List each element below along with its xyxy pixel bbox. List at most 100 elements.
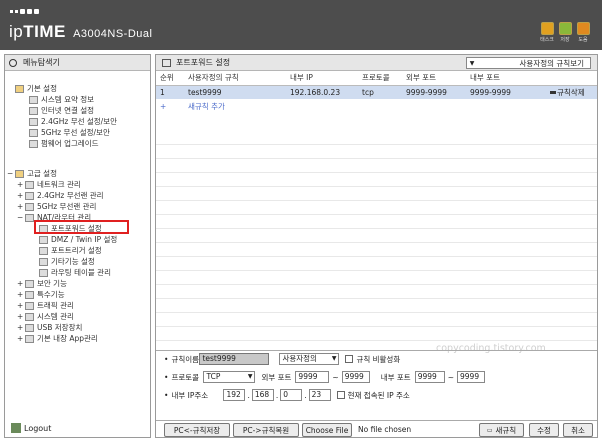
port-forward-panel: 포트포워드 설정 ▼ 사용자정의 규칙보기 순위 사용자정의 규칙 내부 IP …: [155, 54, 598, 438]
chevron-down-icon: ▼: [469, 59, 475, 67]
new-rule-button[interactable]: ▭ 새규칙: [479, 423, 524, 437]
col-protocol: 프로토콜: [358, 71, 402, 86]
page-icon: [39, 246, 48, 255]
add-rule-link[interactable]: 새규칙 추가: [184, 99, 597, 113]
current-ip-checkbox[interactable]: [336, 391, 345, 399]
nav-item-network[interactable]: + 네트워크 관리: [17, 179, 81, 190]
save-icon[interactable]: 저장: [555, 22, 575, 43]
rule-name-row: • 규칙이름 test9999 사용자정의 ▼ 규칙 비활성화: [164, 353, 401, 365]
nav-item-special[interactable]: + 특수기능: [17, 289, 65, 300]
nav-item-misc[interactable]: 기타기능 설정: [39, 256, 95, 267]
modify-button[interactable]: 수정: [529, 423, 559, 437]
cell-protocol: tcp: [362, 87, 374, 97]
disable-rule-label: 규칙 비활성화: [356, 354, 401, 364]
pc-save-rules-button[interactable]: PC<-규칙저장: [164, 423, 230, 437]
nav-item-system-summary[interactable]: 시스템 요약 정보: [29, 94, 94, 105]
add-rule-row[interactable]: + 새규칙 추가: [156, 99, 597, 113]
page-icon: [39, 257, 48, 266]
window-icon: [162, 58, 171, 67]
delete-rule-button[interactable]: 규칙삭제: [546, 85, 597, 99]
folder-icon: [15, 169, 24, 178]
external-port-label: 외부 포트: [261, 372, 292, 382]
traffic-icon: [25, 301, 34, 310]
nav-item-wifi-24[interactable]: 2.4GHz 무선 설정/보안: [29, 116, 117, 127]
rule-name-input[interactable]: test9999: [199, 353, 270, 365]
nav-item-traffic[interactable]: + 트래픽 관리: [17, 300, 74, 311]
rule-form: [156, 350, 597, 351]
nav-item-dmz[interactable]: DMZ / Twin IP 설정: [39, 234, 117, 245]
selected-menu-highlight: [34, 220, 129, 234]
no-file-status: No file chosen: [358, 425, 412, 434]
page-icon: [29, 139, 38, 148]
folder-icon: [15, 84, 24, 93]
nav-item-usb[interactable]: + USB 저장장치: [17, 322, 82, 333]
nav-item-firmware[interactable]: 펌웨어 업그레이드: [29, 138, 99, 149]
internal-ip-label: 내부 IP주소: [171, 390, 209, 400]
external-port-from[interactable]: 9999: [295, 371, 330, 383]
nav-item-internet[interactable]: 인터넷 연결 설정: [29, 105, 94, 116]
help-icon[interactable]: 도움: [573, 22, 593, 43]
nav-item-port-trigger[interactable]: 포트트리거 설정: [39, 245, 102, 256]
cancel-button[interactable]: 취소: [563, 423, 593, 437]
delete-icon: [550, 91, 556, 95]
plus-icon: +: [160, 101, 167, 111]
cell-rank: 1: [160, 87, 165, 97]
nav-item-wlan-24[interactable]: +2.4GHz 무선랜 관리: [17, 190, 104, 201]
internal-port-to[interactable]: 9999: [457, 371, 485, 383]
choose-file-button[interactable]: Choose File: [302, 423, 352, 437]
watermark: copycoding.tistory.com: [436, 343, 546, 354]
cell-rule-name: test9999: [188, 87, 222, 97]
panel-title-bar: 포트포워드 설정 ▼ 사용자정의 규칙보기: [156, 55, 597, 71]
ip-octet-1[interactable]: 192: [223, 389, 246, 401]
page-title: 포트포워드 설정: [176, 58, 231, 67]
system-icon: [25, 312, 34, 321]
cell-ip: 192.168.0.23: [290, 87, 341, 97]
nav-advanced-settings[interactable]: − 고급 설정: [7, 168, 57, 179]
ip-octet-2[interactable]: 168: [251, 389, 274, 401]
disable-rule-checkbox[interactable]: [345, 355, 354, 363]
page-icon: [39, 268, 48, 277]
button-bar-divider: [156, 420, 597, 421]
protocol-row: • 프로토콜 TCP ▼ 외부 포트 9999 ~ 9999 내부 포트 9999…: [164, 371, 485, 383]
nav-item-security[interactable]: + 보안 기능: [17, 278, 67, 289]
internal-port-label: 내부 포트: [380, 372, 411, 382]
logout-link[interactable]: Logout: [11, 423, 51, 433]
pc-restore-rules-button[interactable]: PC->규칙복원: [233, 423, 299, 437]
cell-ext-port: 9999-9999: [406, 87, 447, 97]
table-row[interactable]: 1 test9999 192.168.0.23 tcp 9999-9999 99…: [156, 85, 597, 99]
nav-item-apps[interactable]: + 기본 내장 App관리: [17, 333, 98, 344]
cell-int-port: 9999-9999: [470, 87, 511, 97]
rule-name-label: 규칙이름: [171, 354, 200, 364]
chevron-down-icon: ▼: [331, 355, 337, 362]
model-name: A3004NS-Dual: [73, 28, 153, 40]
range-separator: ~: [447, 372, 454, 382]
wireless-icon: [25, 191, 34, 200]
nav-item-system[interactable]: + 시스템 관리: [17, 311, 74, 322]
page-icon: [29, 106, 38, 115]
current-ip-label: 현재 접속된 IP 주소: [347, 390, 410, 400]
protocol-select[interactable]: TCP ▼: [203, 371, 256, 383]
view-rules-select[interactable]: ▼ 사용자정의 규칙보기: [466, 57, 591, 69]
wireless-icon: [25, 202, 34, 211]
tasks-icon[interactable]: 태스크: [537, 22, 557, 43]
internal-port-from[interactable]: 9999: [414, 371, 445, 383]
nav-item-routing[interactable]: 라우팅 테이블 관리: [39, 267, 111, 278]
nav-item-wlan-5[interactable]: +5GHz 무선랜 관리: [17, 201, 96, 212]
ip-dot: .: [247, 390, 250, 400]
external-port-to[interactable]: 9999: [341, 371, 370, 383]
nav-item-wifi-5[interactable]: 5GHz 무선 설정/보안: [29, 127, 110, 138]
ip-octet-3[interactable]: 0: [280, 389, 303, 401]
empty-rows-area: [156, 131, 597, 345]
chevron-down-icon: ▼: [247, 373, 253, 380]
page-icon: [29, 117, 38, 126]
router-icon: [25, 213, 34, 222]
page-icon: [39, 235, 48, 244]
col-rule-name: 사용자정의 규칙: [184, 71, 286, 86]
col-action: [546, 71, 597, 86]
ip-octet-4[interactable]: 23: [308, 389, 331, 401]
nav-basic-settings[interactable]: 기본 설정: [15, 83, 57, 94]
col-internal-ip: 내부 IP: [286, 71, 358, 86]
special-icon: [25, 290, 34, 299]
ip-dot: .: [304, 390, 307, 400]
rule-type-select[interactable]: 사용자정의 ▼: [279, 353, 340, 365]
